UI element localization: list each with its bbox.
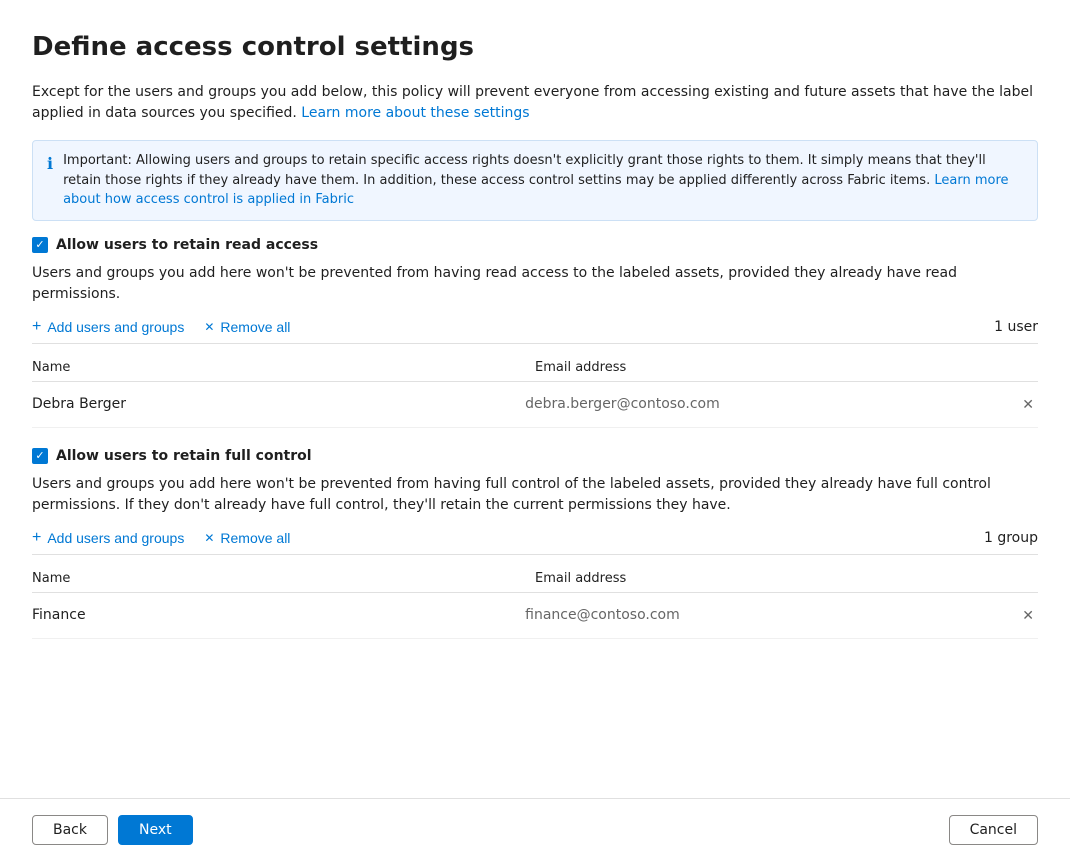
full-control-group-remove-button[interactable]: ✕ [1018, 603, 1038, 628]
x-small-icon: ✕ [204, 320, 214, 334]
table-row: Finance finance@contoso.com ✕ [32, 593, 1038, 639]
full-control-toolbar: + Add users and groups ✕ Remove all 1 gr… [32, 530, 1038, 555]
full-control-label: Allow users to retain full control [56, 448, 312, 464]
full-control-checkbox-row: Allow users to retain full control [32, 448, 1038, 464]
full-control-add-button[interactable]: + Add users and groups [32, 530, 184, 546]
full-control-description: Users and groups you add here won't be p… [32, 474, 1038, 516]
intro-text: Except for the users and groups you add … [32, 82, 1038, 124]
read-access-table-header: Name Email address [32, 354, 1038, 382]
cancel-button[interactable]: Cancel [949, 815, 1038, 845]
full-control-remove-all-button[interactable]: ✕ Remove all [204, 530, 290, 546]
read-access-checkbox[interactable] [32, 237, 48, 253]
read-access-count: 1 user [994, 319, 1038, 335]
learn-more-link[interactable]: Learn more about these settings [301, 105, 529, 121]
back-button[interactable]: Back [32, 815, 108, 845]
footer-left: Back Next [32, 815, 193, 845]
info-box-text: Important: Allowing users and groups to … [63, 151, 1023, 210]
read-access-description: Users and groups you add here won't be p… [32, 263, 1038, 305]
full-control-group-email: finance@contoso.com [525, 607, 1018, 623]
plus-icon: + [32, 319, 41, 335]
full-control-group-name: Finance [32, 607, 525, 623]
table-row: Debra Berger debra.berger@contoso.com ✕ [32, 382, 1038, 428]
next-button[interactable]: Next [118, 815, 193, 845]
read-user-remove-button[interactable]: ✕ [1018, 392, 1038, 417]
full-control-toolbar-left: + Add users and groups ✕ Remove all [32, 530, 290, 546]
read-access-remove-all-button[interactable]: ✕ Remove all [204, 319, 290, 335]
info-box: ℹ Important: Allowing users and groups t… [32, 140, 1038, 221]
full-control-checkbox[interactable] [32, 448, 48, 464]
read-access-add-button[interactable]: + Add users and groups [32, 319, 184, 335]
read-access-col-name: Name [32, 360, 535, 375]
read-user-name: Debra Berger [32, 396, 525, 412]
read-user-email: debra.berger@contoso.com [525, 396, 1018, 412]
info-icon: ℹ [47, 152, 53, 210]
page-title: Define access control settings [32, 32, 1038, 62]
read-access-label: Allow users to retain read access [56, 237, 318, 253]
plus-icon-2: + [32, 530, 41, 546]
read-access-checkbox-row: Allow users to retain read access [32, 237, 1038, 253]
full-control-table-header: Name Email address [32, 565, 1038, 593]
x-small-icon-2: ✕ [204, 531, 214, 545]
full-control-col-name: Name [32, 571, 535, 586]
read-access-col-email: Email address [535, 360, 1038, 375]
full-control-count: 1 group [984, 530, 1038, 546]
read-access-toolbar: + Add users and groups ✕ Remove all 1 us… [32, 319, 1038, 344]
footer: Back Next Cancel [0, 798, 1070, 861]
full-control-col-email: Email address [535, 571, 1038, 586]
read-access-toolbar-left: + Add users and groups ✕ Remove all [32, 319, 290, 335]
